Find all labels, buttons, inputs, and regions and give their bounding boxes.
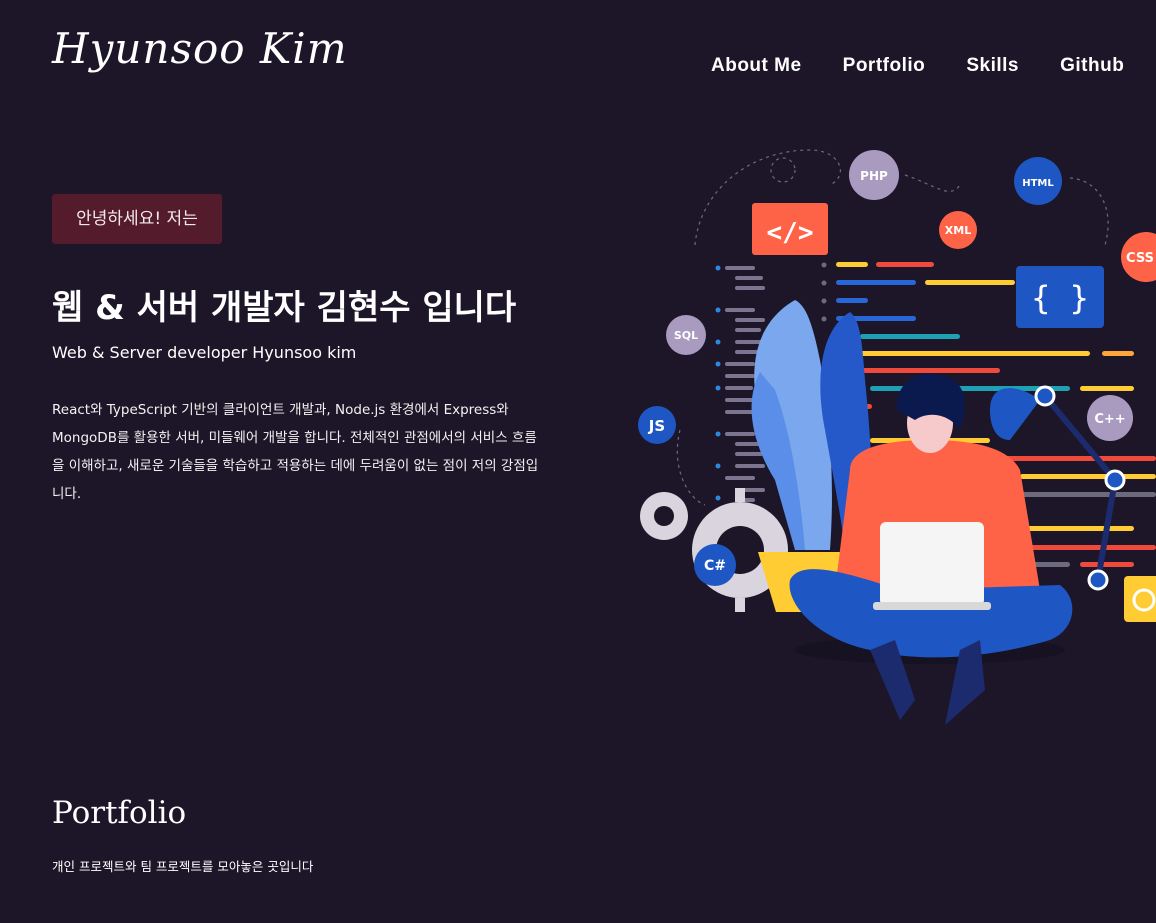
badge-csharp-icon: C# [694,544,736,586]
svg-text:C#: C# [704,558,726,574]
badge-js-icon: JS [638,406,676,444]
nav-item-skills[interactable]: Skills [966,55,1019,77]
nav-item-portfolio[interactable]: Portfolio [843,55,926,77]
braces-icon: { } [1016,266,1104,328]
badge-php-icon: PHP [849,150,899,200]
developer-illustration: </> { } PHP HTML XML CSS SQL JS C++ C# [638,149,1156,725]
svg-text:{ }: { } [1031,279,1089,317]
code-symbol-icon: </> [752,203,828,255]
portfolio-section-description: 개인 프로젝트와 팀 프로젝트를 모아놓은 곳입니다 [52,859,314,874]
badge-html-icon: HTML [1014,157,1062,205]
svg-text:XML: XML [945,224,971,237]
svg-text:PHP: PHP [860,169,888,183]
svg-text:HTML: HTML [1022,178,1054,189]
badge-sql-icon: SQL [666,315,706,355]
main-nav: About Me Portfolio Skills Github C [711,55,1156,77]
badge-css-icon: CSS [1121,232,1156,282]
hero-subheadline: Web & Server developer Hyunsoo kim [52,343,357,362]
nav-item-github[interactable]: Github [1060,55,1124,77]
portfolio-section-title: Portfolio [52,795,187,831]
greeting-badge: 안녕하세요! 저는 [52,194,222,244]
hero-headline: 웹 & 서버 개발자 김현수 입니다 [52,288,517,328]
hero-intro: React와 TypeScript 기반의 클라이언트 개발과, Node.js… [52,402,539,502]
svg-text:CSS: CSS [1126,251,1154,266]
svg-text:SQL: SQL [674,329,698,342]
svg-text:C++: C++ [1094,412,1125,427]
svg-text:</>: </> [767,218,814,248]
nav-item-about-me[interactable]: About Me [711,55,802,77]
badge-cpp-icon: C++ [1087,395,1133,441]
badge-xml-icon: XML [939,211,977,249]
svg-text:JS: JS [648,417,665,435]
logo[interactable]: Hyunsoo Kim [52,24,348,73]
